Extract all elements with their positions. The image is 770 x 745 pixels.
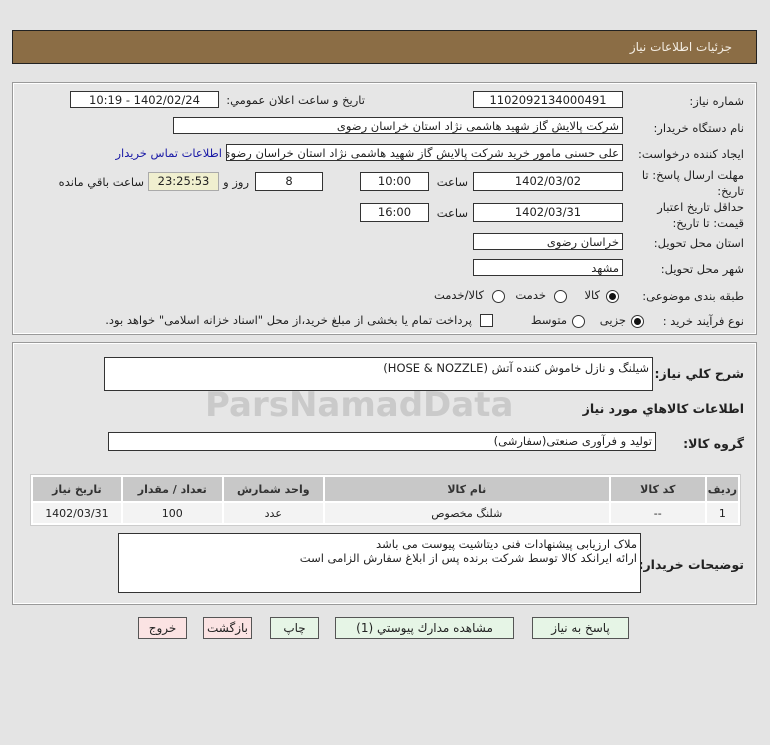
group-label: گروه کالا: [683, 436, 744, 451]
reply-button[interactable]: پاسخ به نیاز [532, 617, 629, 639]
announce-label: تاریخ و ساعت اعلان عمومي: [226, 93, 365, 107]
back-button[interactable]: بازگشت [203, 617, 252, 639]
summary-label: شرح کلي نیاز: [654, 366, 744, 381]
province-field: خراسان رضوی [473, 233, 623, 250]
buyer-org-field: شرکت پالایش گاز شهید هاشمی نژاد استان خر… [173, 117, 623, 134]
category-service-label: خدمت [515, 288, 546, 302]
deadline-time-field: 10:00 [360, 172, 429, 191]
category-both-label: کالا/خدمت [433, 288, 484, 302]
days-label: روز و [223, 175, 249, 189]
category-both-radio[interactable] [492, 290, 505, 303]
need-number-label: شماره نیاز: [689, 94, 744, 108]
days-field: 8 [255, 172, 323, 191]
notes-line-1: ملاک ارزیابی پیشنهادات فنی دیتاشیت پیوست… [376, 537, 637, 551]
category-service-radio[interactable] [554, 290, 567, 303]
payment-note: پرداخت تمام یا بخشی از مبلغ خرید،از محل … [105, 313, 472, 327]
exit-button[interactable]: خروج [138, 617, 187, 639]
col-name: نام کالا [324, 477, 609, 501]
print-button[interactable]: چاپ [270, 617, 319, 639]
notes-field: ملاک ارزیابی پیشنهادات فنی دیتاشیت پیوست… [118, 533, 641, 593]
notes-label: توضیحات خریدار: [638, 557, 744, 572]
cell-row: 1 [706, 503, 738, 523]
announce-field: 1402/02/24 - 10:19 [70, 91, 219, 108]
category-goods-radio[interactable] [606, 290, 619, 303]
attachments-button[interactable]: مشاهده مدارك پيوستي (1) [335, 617, 514, 639]
cell-name: شلنگ مخصوص [324, 503, 609, 523]
col-code: کد کالا [610, 477, 705, 501]
validity-time-field: 16:00 [360, 203, 429, 222]
cell-date: 1402/03/31 [33, 503, 121, 523]
city-label: شهر محل تحویل: [660, 262, 744, 276]
deadline-label: مهلت ارسال پاسخ: تا [641, 168, 744, 182]
process-medium-label: متوسط [530, 313, 567, 327]
cell-qty: 100 [122, 503, 222, 523]
col-date: تاریخ نیاز [33, 477, 121, 501]
col-qty: تعداد / مقدار [122, 477, 222, 501]
process-minor-label: جزیی [599, 313, 626, 327]
city-field: مشهد [473, 259, 623, 276]
deadline-label-2: تاریخ: [717, 184, 744, 198]
col-unit: واحد شمارش [223, 477, 323, 501]
payment-checkbox[interactable] [480, 314, 493, 327]
province-label: استان محل تحویل: [653, 236, 744, 250]
contact-buyer-link[interactable]: اطلاعات تماس خریدار [115, 146, 222, 160]
summary-field: شیلنگ و نازل خاموش کننده آتش (HOSE & NOZ… [104, 357, 653, 391]
process-medium-radio[interactable] [572, 315, 585, 328]
cell-unit: عدد [223, 503, 323, 523]
page-header: جزئیات اطلاعات نیاز [12, 30, 757, 64]
watermark: ParsNamadData [205, 385, 514, 425]
page: جزئیات اطلاعات نیاز ParsNamadData شماره … [0, 0, 770, 745]
category-goods-label: کالا [584, 288, 600, 302]
remaining-time-field: 23:25:53 [148, 172, 219, 191]
validity-label-2: قیمت: تا تاریخ: [672, 216, 744, 230]
goods-info-heading: اطلاعات کالاهاي مورد نیاز [582, 401, 744, 416]
need-number-field: 1102092134000491 [473, 91, 623, 108]
remaining-label: ساعت باقي مانده [58, 175, 144, 189]
creator-label: ایجاد کننده درخواست: [638, 147, 744, 161]
validity-label: حداقل تاریخ اعتبار [657, 200, 744, 214]
group-field: تولید و فرآوری صنعتی(سفارشی) [108, 432, 656, 451]
table-row: 1 -- شلنگ مخصوص عدد 100 1402/03/31 [33, 503, 738, 523]
category-label: طبقه بندی موضوعی: [642, 289, 744, 303]
notes-line-2: ارائه ایرانکد کالا توسط شرکت برنده پس از… [299, 551, 637, 565]
process-label: نوع فرآیند خرید : [662, 314, 744, 328]
creator-field: علی حسنی مامور خرید شرکت پالایش گاز شهید… [226, 144, 623, 161]
validity-date-field: 1402/03/31 [473, 203, 623, 222]
deadline-time-label: ساعت [436, 175, 468, 189]
page-title: جزئیات اطلاعات نیاز [629, 40, 732, 54]
col-row: ردیف [706, 477, 738, 501]
process-minor-radio[interactable] [631, 315, 644, 328]
goods-table: ردیف کد کالا نام کالا واحد شمارش تعداد /… [30, 474, 741, 526]
cell-code: -- [610, 503, 705, 523]
validity-time-label: ساعت [436, 206, 468, 220]
buyer-org-label: نام دستگاه خریدار: [653, 121, 744, 135]
deadline-date-field: 1402/03/02 [473, 172, 623, 191]
